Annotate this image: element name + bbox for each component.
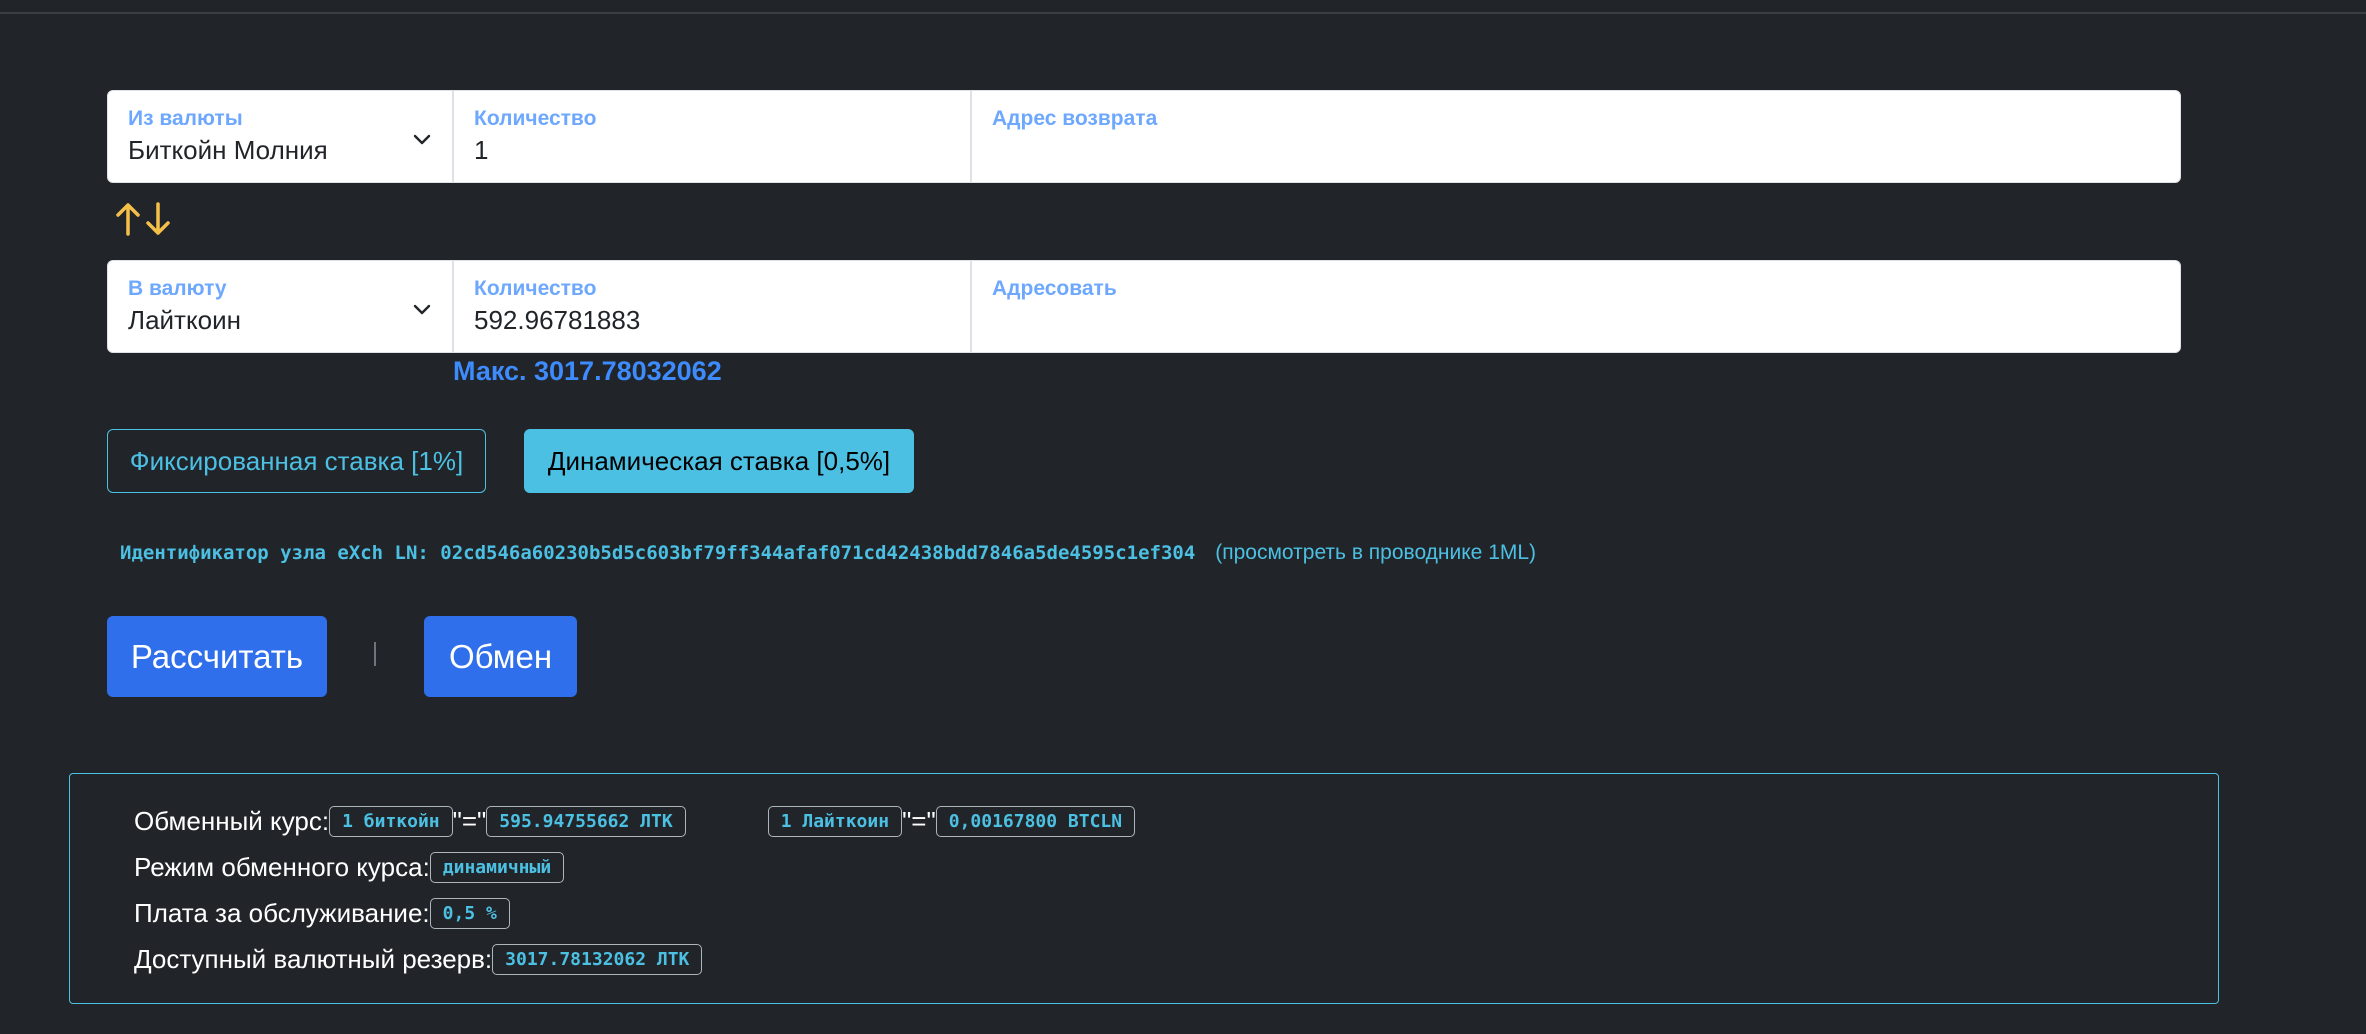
rate-to-tag: 1 Лайткоин: [767, 806, 903, 837]
rate-mode-value: динамичный: [429, 852, 565, 883]
reserve-value: 3017.78132062 ЛТК: [492, 944, 703, 975]
fixed-rate-button[interactable]: Фиксированная ставка [1%]: [107, 429, 486, 493]
rate-from-value: 595.94755662 ЛТК: [486, 806, 686, 837]
chevron-down-icon: [413, 134, 431, 145]
node-id-text: Идентификатор узла eXch LN: 02cd546a6023…: [120, 542, 1196, 564]
from-amount-value: 1: [474, 135, 489, 165]
top-divider: [0, 12, 2366, 14]
explorer-link[interactable]: (просмотреть в проводнике 1ML): [1215, 541, 1536, 565]
reserve-label: Доступный валютный резерв:: [134, 944, 493, 974]
service-fee-row: Плата за обслуживание: 0,5 %: [134, 898, 510, 929]
to-currency-label: В валюту: [128, 277, 227, 300]
from-amount-field[interactable]: Количество 1: [453, 90, 971, 183]
refund-address-label: Адрес возврата: [992, 107, 1158, 130]
node-id-line: Идентификатор узла eXch LN: 02cd546a6023…: [120, 541, 1536, 565]
rate-mode-label: Режим обменного курса:: [134, 852, 430, 882]
chevron-down-icon: [413, 304, 431, 315]
from-currency-value: Биткойн Молния: [128, 135, 328, 165]
to-currency-select[interactable]: В валюту Лайткоин: [107, 260, 453, 353]
equals-sign: "=": [452, 806, 487, 836]
exchange-rate-label: Обменный курс:: [134, 806, 330, 836]
service-fee-label: Плата за обслуживание:: [134, 898, 430, 928]
to-amount-value: 592.96781883: [474, 305, 641, 335]
max-amount-link[interactable]: Макс. 3017.78032062: [453, 356, 722, 387]
calculate-button[interactable]: Рассчитать: [107, 616, 327, 697]
equals-sign: "=": [902, 806, 936, 836]
destination-address-label: Адресовать: [992, 277, 1117, 300]
destination-address-field[interactable]: Адресовать: [971, 260, 2181, 353]
service-fee-value: 0,5 %: [429, 898, 510, 929]
exchange-button[interactable]: Обмен: [424, 616, 577, 697]
rate-mode-row: Режим обменного курса: динамичный: [134, 852, 565, 883]
from-currency-label: Из валюты: [128, 107, 243, 130]
swap-arrows-icon[interactable]: [112, 200, 176, 238]
to-amount-label: Количество: [474, 277, 597, 300]
rate-from-tag: 1 биткойн: [329, 806, 453, 837]
exchange-rate-row: Обменный курс: 1 биткойн "=" 595.9475566…: [134, 806, 1136, 837]
dynamic-rate-button[interactable]: Динамическая ставка [0,5%]: [524, 429, 914, 493]
to-currency-value: Лайткоин: [128, 305, 241, 335]
from-currency-select[interactable]: Из валюты Биткойн Молния: [107, 90, 453, 183]
rate-to-value: 0,00167800 BTCLN: [935, 806, 1136, 837]
button-separator: [374, 642, 376, 666]
from-amount-label: Количество: [474, 107, 597, 130]
exchange-info-panel: Обменный курс: 1 биткойн "=" 595.9475566…: [69, 773, 2219, 1004]
to-amount-field[interactable]: Количество 592.96781883: [453, 260, 971, 353]
reserve-row: Доступный валютный резерв: 3017.78132062…: [134, 944, 703, 975]
refund-address-field[interactable]: Адрес возврата: [971, 90, 2181, 183]
